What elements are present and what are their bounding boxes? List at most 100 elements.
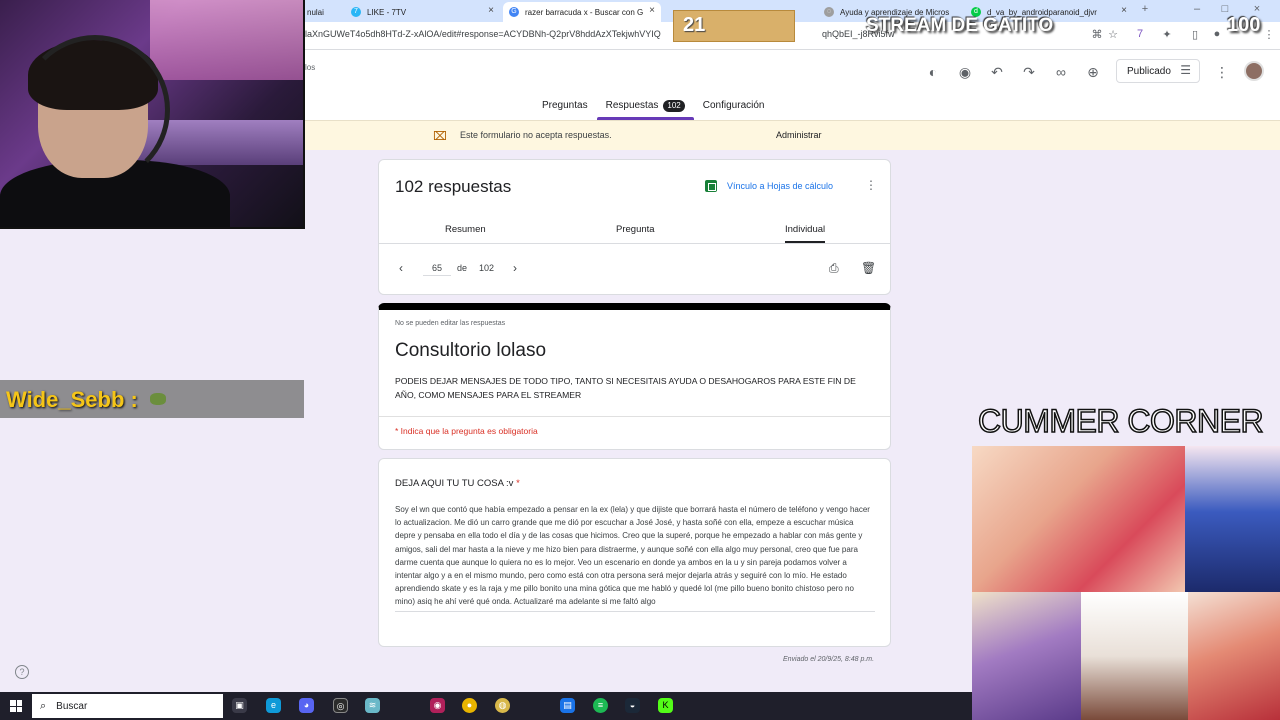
delete-icon[interactable]: 🗑 [861, 261, 876, 275]
app-icon[interactable]: ▤ [560, 698, 575, 713]
closed-form-icon: ⌧ [433, 129, 447, 143]
steam-icon[interactable]: ◒ [625, 698, 640, 713]
stream-title: STREAM DE GATITO [866, 15, 1054, 36]
sheets-link-label: Vínculo a Hojas de cálculo [727, 181, 834, 191]
taskbar-search-label: Buscar [56, 700, 88, 712]
chat-message-overlay: Wide_Sebb : [0, 380, 304, 418]
chat-username: Wide_Sebb : [6, 387, 138, 413]
artwork-image [1081, 592, 1188, 720]
more-options-icon[interactable]: ⋮ [865, 178, 877, 192]
counter-left: 21 [683, 14, 706, 36]
avatar[interactable] [1244, 61, 1264, 81]
no-edit-notice: No se pueden editar las respuestas [395, 320, 506, 327]
counter-right: 100 [1227, 14, 1261, 36]
windows-start-icon[interactable] [10, 700, 22, 712]
redo-icon[interactable]: ↷ [1020, 63, 1038, 81]
search-icon: ⌕ [40, 699, 47, 712]
sliders-icon: ☰ [1180, 63, 1191, 77]
current-response-input[interactable] [423, 260, 451, 276]
chevron-left-icon[interactable]: ‹ [399, 261, 403, 275]
responses-count-badge: 102 [663, 100, 685, 112]
sheets-link[interactable]: Vínculo a Hojas de cálculo [705, 180, 833, 192]
chat-username-text: Wide_Sebb [6, 387, 125, 412]
form-header-card: No se pueden editar las respuestas Consu… [378, 303, 891, 450]
pager-total: 102 [479, 263, 495, 273]
sent-timestamp: Enviado el 20/9/25, 8:48 p.m. [783, 656, 875, 663]
tab-configuracion[interactable]: Configuración [694, 100, 774, 120]
taskbar: ⌕ Buscar ▣ e ◕ ◎ ≋ ◉ ● ◍ ▤ ≡ ◒ K [0, 692, 972, 720]
browser-tab-partial[interactable]: nulai [305, 2, 333, 22]
more-options-icon[interactable]: ⋮ [1213, 63, 1231, 81]
browser-tab-label: razer barracuda x - Buscar con G [525, 7, 644, 17]
help-icon[interactable]: ? [15, 665, 29, 679]
sheets-icon [705, 180, 717, 192]
browser-tab-7tv[interactable]: 7 LIKE - 7TV × [345, 2, 500, 22]
banner-text: Este formulario no acepta respuestas. [460, 130, 612, 140]
tab-label: Respuestas [605, 100, 659, 111]
close-tab-icon[interactable]: × [488, 5, 494, 16]
frog-emote-icon [150, 393, 166, 405]
artwork-image [972, 592, 1081, 720]
question-title-text: DEJA AQUI TU TU COSA :v [395, 478, 514, 489]
link-icon[interactable]: ∞ [1052, 63, 1070, 81]
artwork-image [1188, 592, 1280, 720]
pager-of-label: de [457, 263, 468, 273]
published-label: Publicado [1127, 65, 1171, 77]
app-icon[interactable]: ◍ [495, 698, 510, 713]
answer-text: Soy el wn que contó que había empezado a… [395, 503, 875, 612]
task-view-icon[interactable]: ▣ [232, 698, 247, 713]
google-icon: G [509, 7, 519, 17]
chrome-icon[interactable]: ● [462, 698, 477, 713]
not-accepting-banner: ⌧ Este formulario no acepta respuestas. … [305, 120, 1280, 150]
webcam-overlay [0, 0, 305, 229]
required-note: * Indica que la pregunta es obligatoria [379, 416, 890, 445]
url-text[interactable]: laXnGUWeT4o5dh8HTd-Z-xAlOA/edit#response… [305, 29, 661, 39]
obs-icon[interactable]: ◎ [333, 698, 348, 713]
print-icon[interactable]: ⎙ [829, 261, 839, 276]
kick-icon[interactable]: K [658, 698, 673, 713]
undo-icon[interactable]: ↶ [988, 63, 1006, 81]
breadcrumb: los [305, 63, 316, 72]
response-pager: ‹ de 102 › ⎙ 🗑 [379, 256, 890, 282]
browser-tab-google[interactable]: G razer barracuda x - Buscar con G × [503, 2, 661, 22]
close-tab-icon[interactable]: × [649, 5, 655, 16]
responses-summary-card: 102 respuestas Vínculo a Hojas de cálcul… [378, 159, 891, 295]
main-tabs: Preguntas Respuestas 102 Configuración [533, 100, 773, 120]
question-card: DEJA AQUI TU TU COSA :v * Soy el wn que … [378, 458, 891, 647]
preview-eye-icon[interactable]: ◉ [956, 63, 974, 81]
form-title: Consultorio lolaso [395, 340, 547, 361]
tab-label: Preguntas [542, 100, 588, 111]
tab-individual[interactable]: Individual [785, 224, 826, 243]
view-tabs: Resumen Pregunta Individual [379, 216, 890, 244]
headset [20, 35, 170, 185]
edge-icon[interactable]: e [266, 698, 281, 713]
discord-icon[interactable]: ◕ [299, 698, 314, 713]
chat-separator: : [130, 387, 138, 412]
required-mark: * [513, 478, 520, 489]
app-icon[interactable]: ◉ [430, 698, 445, 713]
app-icon[interactable]: ≋ [365, 698, 380, 713]
tab-label: Configuración [702, 100, 765, 111]
artwork-image [972, 446, 1185, 592]
artwork-image [1185, 446, 1280, 592]
form-description: PODEIS DEJAR MENSAJES DE TODO TIPO, TANT… [395, 376, 856, 400]
chevron-right-icon[interactable]: › [513, 261, 517, 275]
manage-button[interactable]: Administrar [776, 130, 822, 140]
palette-icon[interactable]: ◐ [924, 63, 942, 81]
responses-count-title: 102 respuestas [395, 177, 512, 196]
question-title: DEJA AQUI TU TU COSA :v * [395, 478, 520, 489]
tab-pregunta[interactable]: Pregunta [616, 224, 655, 235]
tab-resumen[interactable]: Resumen [445, 224, 486, 235]
7tv-icon: 7 [351, 7, 361, 17]
stream-title-overlay: 21 STREAM DE GATITO 100 [673, 10, 1280, 42]
tab-respuestas[interactable]: Respuestas 102 [596, 100, 694, 120]
add-collaborator-icon[interactable]: ⊕ [1084, 63, 1102, 81]
taskbar-search[interactable]: ⌕ Buscar [32, 694, 223, 718]
corner-title: CUMMER CORNER [977, 402, 1264, 440]
published-button[interactable]: Publicado ☰ [1116, 59, 1200, 83]
webcam-poster [150, 0, 303, 80]
browser-tab-label: LIKE - 7TV [367, 7, 407, 17]
tab-preguntas[interactable]: Preguntas [533, 100, 597, 120]
spotify-icon[interactable]: ≡ [593, 698, 608, 713]
browser-tab-label: nulai [307, 7, 324, 17]
